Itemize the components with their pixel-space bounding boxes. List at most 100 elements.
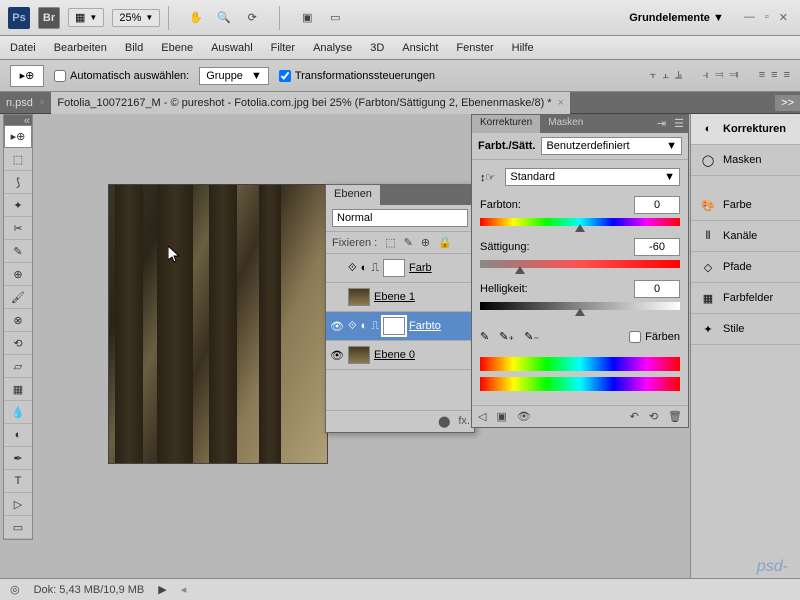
tool-shape[interactable]: ▭: [4, 516, 32, 539]
dock-stile[interactable]: ✦Stile: [691, 314, 800, 345]
tool-blur[interactable]: 💧: [4, 401, 32, 424]
menu-analyse[interactable]: Analyse: [313, 42, 352, 54]
menu-ebene[interactable]: Ebene: [161, 42, 193, 54]
align-icon[interactable]: ⫥: [729, 69, 739, 82]
eyedropper-minus-icon[interactable]: ✎₋: [524, 330, 539, 343]
align-icon[interactable]: ⫠: [662, 69, 669, 82]
transform-controls-check[interactable]: Transformationssteuerungen: [279, 70, 435, 82]
distribute-icon[interactable]: ≡: [784, 69, 790, 82]
layer-name[interactable]: Farb: [409, 262, 470, 274]
tab-masken[interactable]: Masken: [540, 115, 591, 133]
layer-name[interactable]: Ebene 1: [374, 291, 470, 303]
tool-move[interactable]: ▸⊕: [4, 125, 32, 148]
tool-brush[interactable]: 🖌: [4, 286, 32, 309]
layer-thumb[interactable]: [348, 288, 370, 306]
colorize-check[interactable]: Färben: [629, 331, 680, 343]
status-more-icon[interactable]: ▶: [158, 583, 166, 596]
layer-row[interactable]: 👁 ⟐ ◐ ⎍ Farbto: [326, 312, 474, 341]
distribute-icon[interactable]: ≡: [771, 69, 777, 82]
hand-icon[interactable]: ✋: [187, 9, 205, 27]
menu-ansicht[interactable]: Ansicht: [402, 42, 438, 54]
distribute-icon[interactable]: ≡: [759, 69, 765, 82]
channel-select[interactable]: Standard▼: [505, 168, 680, 186]
tab-korrekturen[interactable]: Korrekturen: [472, 115, 540, 133]
visibility-icon[interactable]: 👁: [330, 349, 344, 362]
dock-pfade[interactable]: ◇Pfade: [691, 252, 800, 283]
sat-value[interactable]: -60: [634, 238, 680, 256]
visibility-icon[interactable]: 👁: [330, 320, 344, 333]
bridge-icon[interactable]: Br: [38, 7, 60, 29]
doc-dropdown[interactable]: ▦▼: [68, 8, 104, 27]
dock-kanaele[interactable]: ⦀Kanäle: [691, 221, 800, 252]
mask-thumb[interactable]: [383, 317, 405, 335]
status-zoom-icon[interactable]: ◎: [10, 583, 20, 596]
zoom-icon[interactable]: 🔍: [215, 9, 233, 27]
canvas-image[interactable]: [108, 184, 328, 464]
tool-crop[interactable]: ✂: [4, 217, 32, 240]
reset-icon[interactable]: ⟲: [649, 410, 658, 423]
align-icon[interactable]: ⫡: [675, 69, 682, 82]
layer-row[interactable]: 👁 Ebene 0: [326, 341, 474, 370]
app-icon[interactable]: Ps: [8, 7, 30, 29]
tool-eyedropper[interactable]: ✎: [4, 240, 32, 263]
align-icon[interactable]: ⫤: [715, 69, 723, 82]
tool-type[interactable]: T: [4, 470, 32, 493]
align-icon[interactable]: ⫣: [702, 69, 709, 82]
tool-stamp[interactable]: ⊗: [4, 309, 32, 332]
tool-wand[interactable]: ✦: [4, 194, 32, 217]
zoom-dropdown[interactable]: 25%▼: [112, 9, 160, 27]
link-layers-icon[interactable]: ⬤: [438, 415, 450, 428]
tool-pen[interactable]: ✒: [4, 447, 32, 470]
view-icon[interactable]: 👁: [517, 410, 531, 423]
layer-row[interactable]: Ebene 1: [326, 283, 474, 312]
tool-dodge[interactable]: ◐: [4, 424, 32, 447]
layer-row[interactable]: ⟐ ◐ ⎍ Farb: [326, 254, 474, 283]
lock-all-icon[interactable]: 🔒: [438, 236, 452, 249]
workspace-switcher[interactable]: Grundelemente ▼: [621, 10, 732, 26]
tool-eraser[interactable]: ▱: [4, 355, 32, 378]
light-value[interactable]: 0: [634, 280, 680, 298]
move-tool-indicator[interactable]: ▸⊕: [10, 65, 44, 87]
mask-thumb[interactable]: [383, 259, 405, 277]
light-slider[interactable]: [480, 302, 680, 310]
preset-select[interactable]: Benutzerdefiniert▼: [541, 137, 682, 155]
lock-pixels-icon[interactable]: ⬚: [385, 236, 395, 249]
panel-menu-icon[interactable]: ☰: [670, 115, 688, 133]
tool-history[interactable]: ⟲: [4, 332, 32, 355]
minimize-icon[interactable]: —: [744, 11, 755, 24]
close-icon[interactable]: ✕: [779, 11, 788, 24]
tool-gradient[interactable]: ▦: [4, 378, 32, 401]
tab-overflow[interactable]: >>: [775, 95, 800, 111]
toolbox-collapse-icon[interactable]: «: [24, 115, 30, 125]
prev-state-icon[interactable]: ↶: [630, 410, 639, 423]
tab-ebenen[interactable]: Ebenen: [326, 185, 380, 205]
rotate-icon[interactable]: ⟳: [243, 9, 261, 27]
menu-bild[interactable]: Bild: [125, 42, 143, 54]
menu-datei[interactable]: Datei: [10, 42, 36, 54]
auto-select-check[interactable]: Automatisch auswählen:: [54, 70, 189, 82]
eyedropper-icon[interactable]: ✎: [480, 330, 489, 343]
arrange-icon[interactable]: ▣: [298, 9, 316, 27]
dock-farbe[interactable]: 🎨Farbe: [691, 190, 800, 221]
align-icon[interactable]: ⫟: [650, 69, 657, 82]
dock-korrekturen[interactable]: ◐Korrekturen: [691, 114, 800, 145]
panel-expand-icon[interactable]: ⇥: [653, 115, 670, 133]
eyedropper-plus-icon[interactable]: ✎₊: [499, 330, 514, 343]
menu-filter[interactable]: Filter: [271, 42, 295, 54]
menu-bearbeiten[interactable]: Bearbeiten: [54, 42, 107, 54]
layer-thumb[interactable]: [348, 346, 370, 364]
auto-select-target[interactable]: Gruppe▼: [199, 67, 269, 85]
clip-icon[interactable]: ▣: [496, 410, 506, 423]
tool-heal[interactable]: ⊕: [4, 263, 32, 286]
sat-slider[interactable]: [480, 260, 680, 268]
screen-icon[interactable]: ▭: [326, 9, 344, 27]
lock-paint-icon[interactable]: ✎: [404, 236, 413, 249]
fx-icon[interactable]: fx.: [458, 415, 470, 428]
menu-hilfe[interactable]: Hilfe: [512, 42, 534, 54]
maximize-icon[interactable]: ▫: [765, 11, 769, 24]
tool-lasso[interactable]: ⟆: [4, 171, 32, 194]
menu-fenster[interactable]: Fenster: [456, 42, 493, 54]
tool-path[interactable]: ▷: [4, 493, 32, 516]
targeted-adj-icon[interactable]: ↕☞: [480, 171, 495, 184]
layer-name[interactable]: Farbto: [409, 320, 470, 332]
